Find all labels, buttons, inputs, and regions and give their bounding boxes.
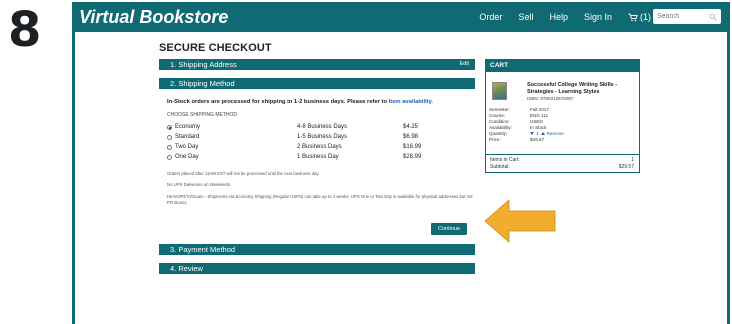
brand-logo[interactable]: Virtual Bookstore [79,5,228,29]
shipping-option-days: 2 Business Days [297,144,342,150]
note-remote-shipping: HI/AK/PR/VI/Guam - Shipments via Economy… [167,194,473,205]
tutorial-stage: 8 Virtual Bookstore Order Sell Help Sign… [0,0,732,324]
book-title[interactable]: Successful College Writing Skills - Stra… [527,82,637,96]
remove-item-link[interactable]: Remove [547,131,564,137]
note-cutoff-time: Orders placed after 11AM EST will not be… [167,171,320,176]
meta-value-condition: USED [530,119,543,124]
meta-label-course: Course: [489,113,506,118]
cart-count: (1) [640,12,651,22]
cart-divider [486,154,639,155]
items-in-cart-label: Items in Cart: [490,157,520,163]
meta-label-condition: Condition: [489,119,510,124]
meta-value-course: ENG 111 [530,113,549,118]
nav-links: Order Sell Help Sign In (1) [479,2,651,32]
shipping-intro-text: In-Stock orders are processed for shippi… [167,99,388,105]
step-number: 8 [8,2,41,58]
shipping-option-days: 1-5 Business Days [297,134,348,140]
search-input[interactable] [657,13,707,20]
radio-standard[interactable] [167,135,172,140]
remove-x-icon[interactable] [540,132,545,136]
subtotal-label: Subtotal: [490,164,510,170]
section-shipping-address[interactable]: 1. Shipping Address Edit [159,59,475,70]
choose-shipping-label: CHOOSE SHIPPING METHOD [167,112,238,118]
cart-panel: CART Successful College Writing Skills -… [485,59,640,173]
section-payment-method[interactable]: 3. Payment Method [159,244,475,255]
shipping-option-price: $16.99 [403,144,422,150]
top-navbar: Virtual Bookstore Order Sell Help Sign I… [75,2,727,32]
shipping-option-name: Economy [175,124,201,130]
section-shipping-method-label: 2. Shipping Method [170,79,235,88]
nav-cart[interactable]: (1) [628,12,651,22]
item-availability-link[interactable]: Item availability. [389,99,433,105]
section-review-label: 4. Review [170,264,203,273]
shipping-option-days: 1 Business Day [297,154,339,160]
shipping-option-two-day[interactable]: Two Day 2 Business Days $16.99 [167,144,477,152]
note-weekend: No UPS Deliveries on Weekends [167,182,230,187]
chevron-down-icon[interactable] [530,132,534,136]
browser-frame: Virtual Bookstore Order Sell Help Sign I… [72,2,730,324]
radio-one-day[interactable] [167,155,172,160]
section-shipping-method[interactable]: 2. Shipping Method [159,78,475,89]
shopping-cart-icon [628,13,638,21]
page-title: SECURE CHECKOUT [159,42,272,54]
shipping-option-price: $4.25 [403,124,419,130]
nav-sign-in[interactable]: Sign In [584,12,612,22]
section-review[interactable]: 4. Review [159,263,475,274]
radio-economy[interactable] [167,125,172,130]
shipping-option-name: One Day [175,154,199,160]
subtotal-value: $29.57 [618,164,634,170]
section-shipping-address-label: 1. Shipping Address [170,60,237,69]
meta-value-quantity[interactable]: 1 [536,131,539,137]
shipping-option-price: $6.98 [403,134,419,140]
nav-help[interactable]: Help [549,12,568,22]
meta-label-quantity: Quantity: [489,131,508,136]
shipping-option-economy[interactable]: Economy 4-8 Business Days $4.25 [167,124,477,132]
meta-value-availability: In Stock [530,125,547,130]
meta-label-semester: Semester: [489,107,510,112]
meta-value-price: $29.57 [530,137,545,142]
nav-order[interactable]: Order [479,12,502,22]
shipping-option-days: 4-8 Business Days [297,124,348,130]
book-cover-image[interactable] [492,82,507,100]
shipping-option-one-day[interactable]: One Day 1 Business Day $28.99 [167,154,477,162]
nav-sell[interactable]: Sell [518,12,533,22]
book-isbn: ISBN: 9780312676087 [527,96,574,101]
continue-button[interactable]: Continue [431,223,467,235]
pointer-arrow-icon [484,199,556,243]
meta-label-price: Price: [489,137,501,142]
shipping-option-name: Two Day [175,144,199,150]
meta-label-availability: Availability: [489,125,512,130]
meta-value-semester: Fall 2017 [530,107,549,112]
search-icon[interactable] [709,13,717,21]
section-payment-method-label: 3. Payment Method [170,245,236,254]
radio-two-day[interactable] [167,145,172,150]
edit-shipping-address-link[interactable]: Edit [460,59,469,70]
shipping-intro: In-Stock orders are processed for shippi… [167,99,433,105]
shipping-option-name: Standard [175,134,200,140]
search-box[interactable] [653,9,721,24]
items-in-cart-value: 1 [631,157,634,163]
cart-header: CART [486,60,639,72]
shipping-option-price: $28.99 [403,154,422,160]
quantity-row: 1 Remove [530,131,564,137]
shipping-option-standard[interactable]: Standard 1-5 Business Days $6.98 [167,134,477,142]
